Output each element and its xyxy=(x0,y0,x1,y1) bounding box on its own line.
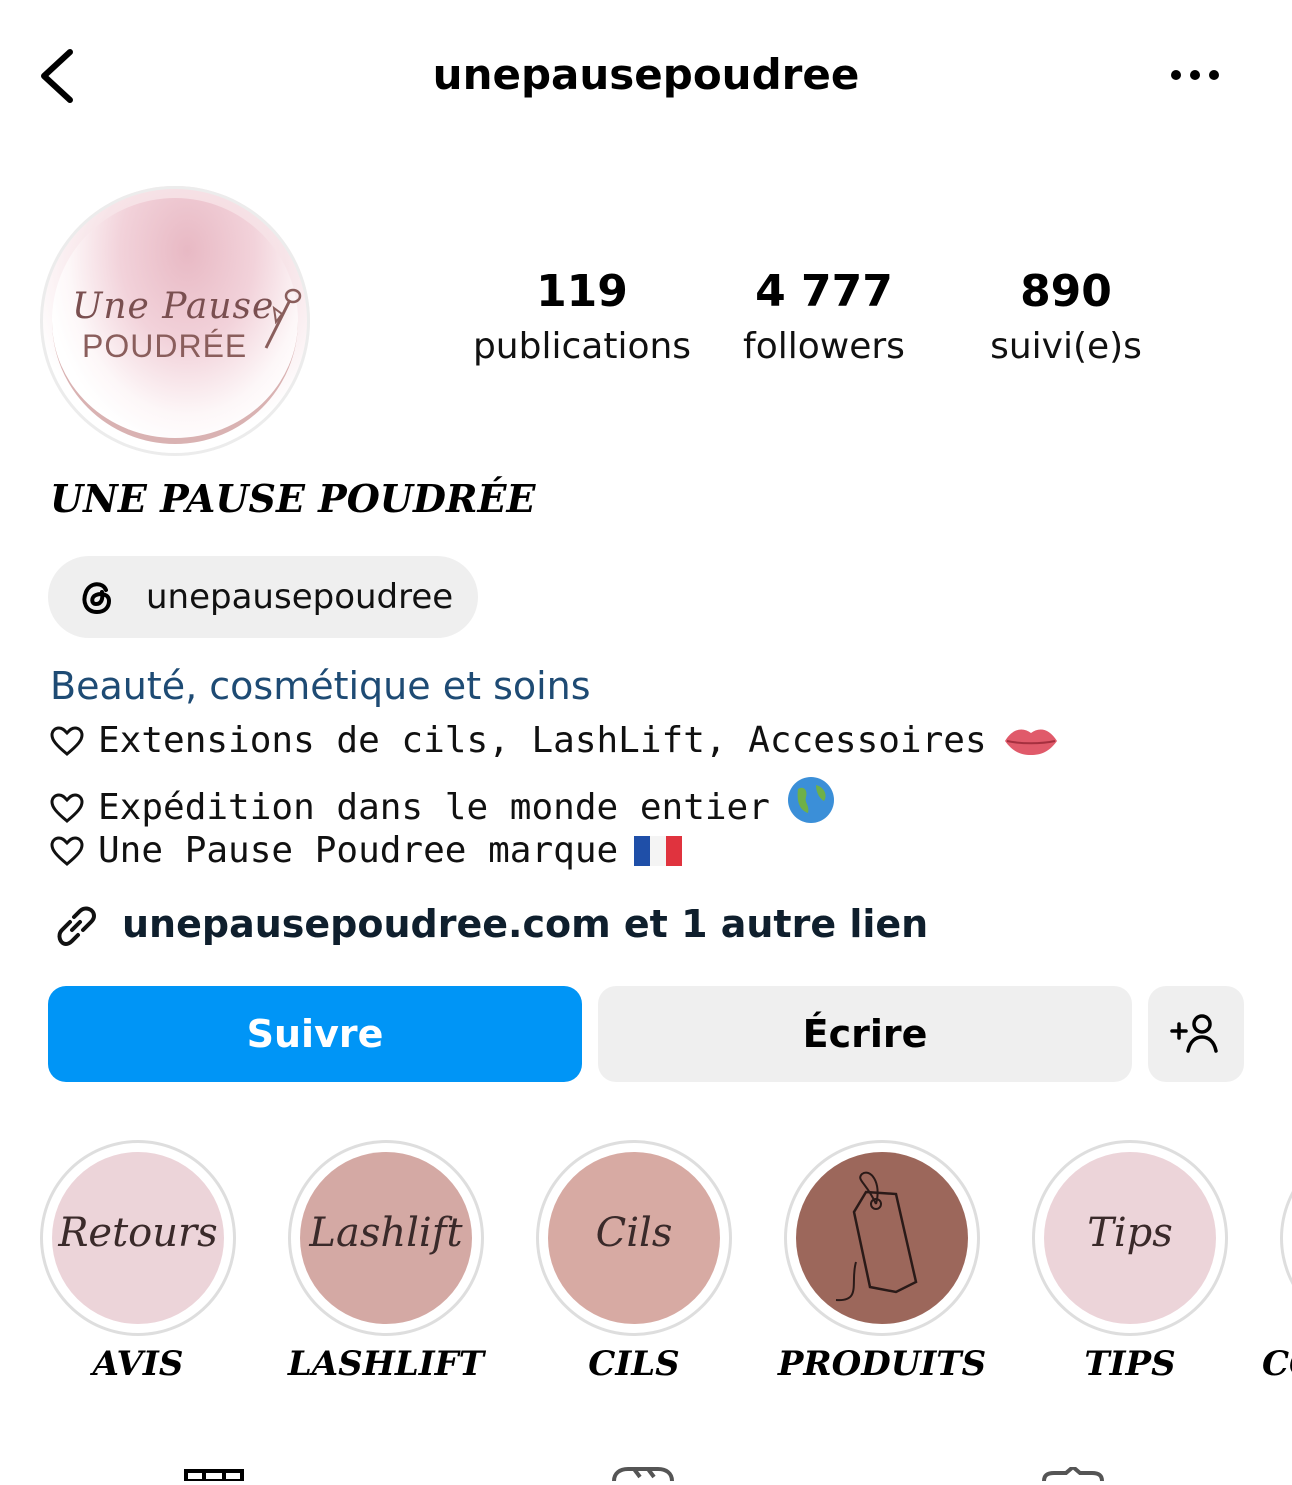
grid-tab-icon[interactable] xyxy=(184,1466,244,1483)
highlight-label: LASHLIFT xyxy=(287,1344,485,1384)
stat-followers-value: 4 777 xyxy=(755,266,893,317)
highlight-label: CO xyxy=(1262,1344,1292,1384)
highlight-label: CILS xyxy=(588,1344,680,1384)
highlight-cover-text: Retours xyxy=(58,1210,218,1256)
bio-line-2-text: Expédition dans le monde entier xyxy=(98,787,770,828)
heart-outline-icon xyxy=(50,836,84,866)
highlight-cover: Tips xyxy=(1044,1152,1216,1324)
highlight-label: AVIS xyxy=(92,1344,184,1384)
bio-line-3-text: Une Pause Poudree marque xyxy=(98,830,619,871)
stat-followers[interactable]: 4 777 followers xyxy=(704,264,944,374)
more-options-icon[interactable] xyxy=(1166,60,1226,90)
highlight-cover: Lashlift xyxy=(300,1152,472,1324)
price-tag-icon xyxy=(835,1171,918,1302)
avatar-logo: Une Pause POUDRÉE xyxy=(52,198,302,444)
highlight-cover-text: Lashlift xyxy=(309,1210,463,1256)
highlight-cover-text: Tips xyxy=(1087,1210,1173,1256)
stat-followers-label: followers xyxy=(743,326,905,367)
bio-line-1-text: Extensions de cils, LashLift, Accessoire… xyxy=(98,720,987,761)
bio-line-2: Expédition dans le monde entier xyxy=(50,775,836,828)
threads-handle: unepausepoudree xyxy=(146,577,454,617)
avatar[interactable]: Une Pause POUDRÉE xyxy=(40,186,310,456)
highlight-label: PRODUITS xyxy=(777,1344,987,1384)
highlight-avis[interactable]: Retours xyxy=(40,1140,236,1336)
globe-emoji-icon xyxy=(787,777,834,823)
highlight-lashlift[interactable]: Lashlift xyxy=(288,1140,484,1336)
highlight-produits[interactable] xyxy=(784,1140,980,1336)
avatar-logo-caps: POUDRÉE xyxy=(82,328,248,364)
highlight-tips[interactable]: Tips xyxy=(1032,1140,1228,1336)
highlight-partial[interactable] xyxy=(1280,1140,1292,1336)
stat-publications[interactable]: 119 publications xyxy=(462,264,702,374)
stat-publications-label: publications xyxy=(472,326,692,367)
display-name: UNE PAUSE POUDRÉE xyxy=(50,476,536,521)
stat-following[interactable]: 890 suivi(e)s xyxy=(946,264,1186,374)
highlight-cover xyxy=(796,1152,968,1324)
tagged-tab-icon[interactable] xyxy=(1040,1464,1106,1482)
external-link-text: unepausepoudree.com et 1 autre lien xyxy=(122,902,929,946)
add-person-button[interactable] xyxy=(1148,986,1244,1082)
heart-outline-icon xyxy=(50,726,84,756)
profile-username-title: unepausepoudree xyxy=(432,50,860,99)
france-flag-emoji-icon xyxy=(634,836,683,866)
highlight-cover: Retours xyxy=(52,1152,224,1324)
highlight-label: TIPS xyxy=(1084,1344,1176,1384)
bio-line-3: Une Pause Poudree marque xyxy=(50,830,683,871)
link-icon xyxy=(57,906,97,947)
profile-category[interactable]: Beauté, cosmétique et soins xyxy=(50,664,591,708)
add-person-icon xyxy=(1170,1014,1218,1053)
threads-badge[interactable]: unepausepoudree xyxy=(48,556,478,638)
highlight-cover: Cils xyxy=(548,1152,720,1324)
lips-emoji-icon xyxy=(1004,729,1057,755)
stat-publications-value: 119 xyxy=(536,266,628,317)
highlight-cover-text: Cils xyxy=(595,1210,673,1256)
bio-line-1: Extensions de cils, LashLift, Accessoire… xyxy=(50,720,1059,761)
heart-outline-icon xyxy=(50,793,84,823)
message-button[interactable]: Écrire xyxy=(598,986,1132,1082)
reels-tab-icon[interactable] xyxy=(610,1466,676,1482)
threads-icon xyxy=(82,582,112,615)
stat-following-label: suivi(e)s xyxy=(990,326,1142,367)
makeup-brush-icon xyxy=(264,288,302,349)
stat-following-value: 890 xyxy=(1020,266,1112,317)
external-link[interactable]: unepausepoudree.com et 1 autre lien xyxy=(50,898,928,954)
highlight-cils[interactable]: Cils xyxy=(536,1140,732,1336)
follow-button[interactable]: Suivre xyxy=(48,986,582,1082)
avatar-logo-script: Une Pause xyxy=(72,286,275,327)
